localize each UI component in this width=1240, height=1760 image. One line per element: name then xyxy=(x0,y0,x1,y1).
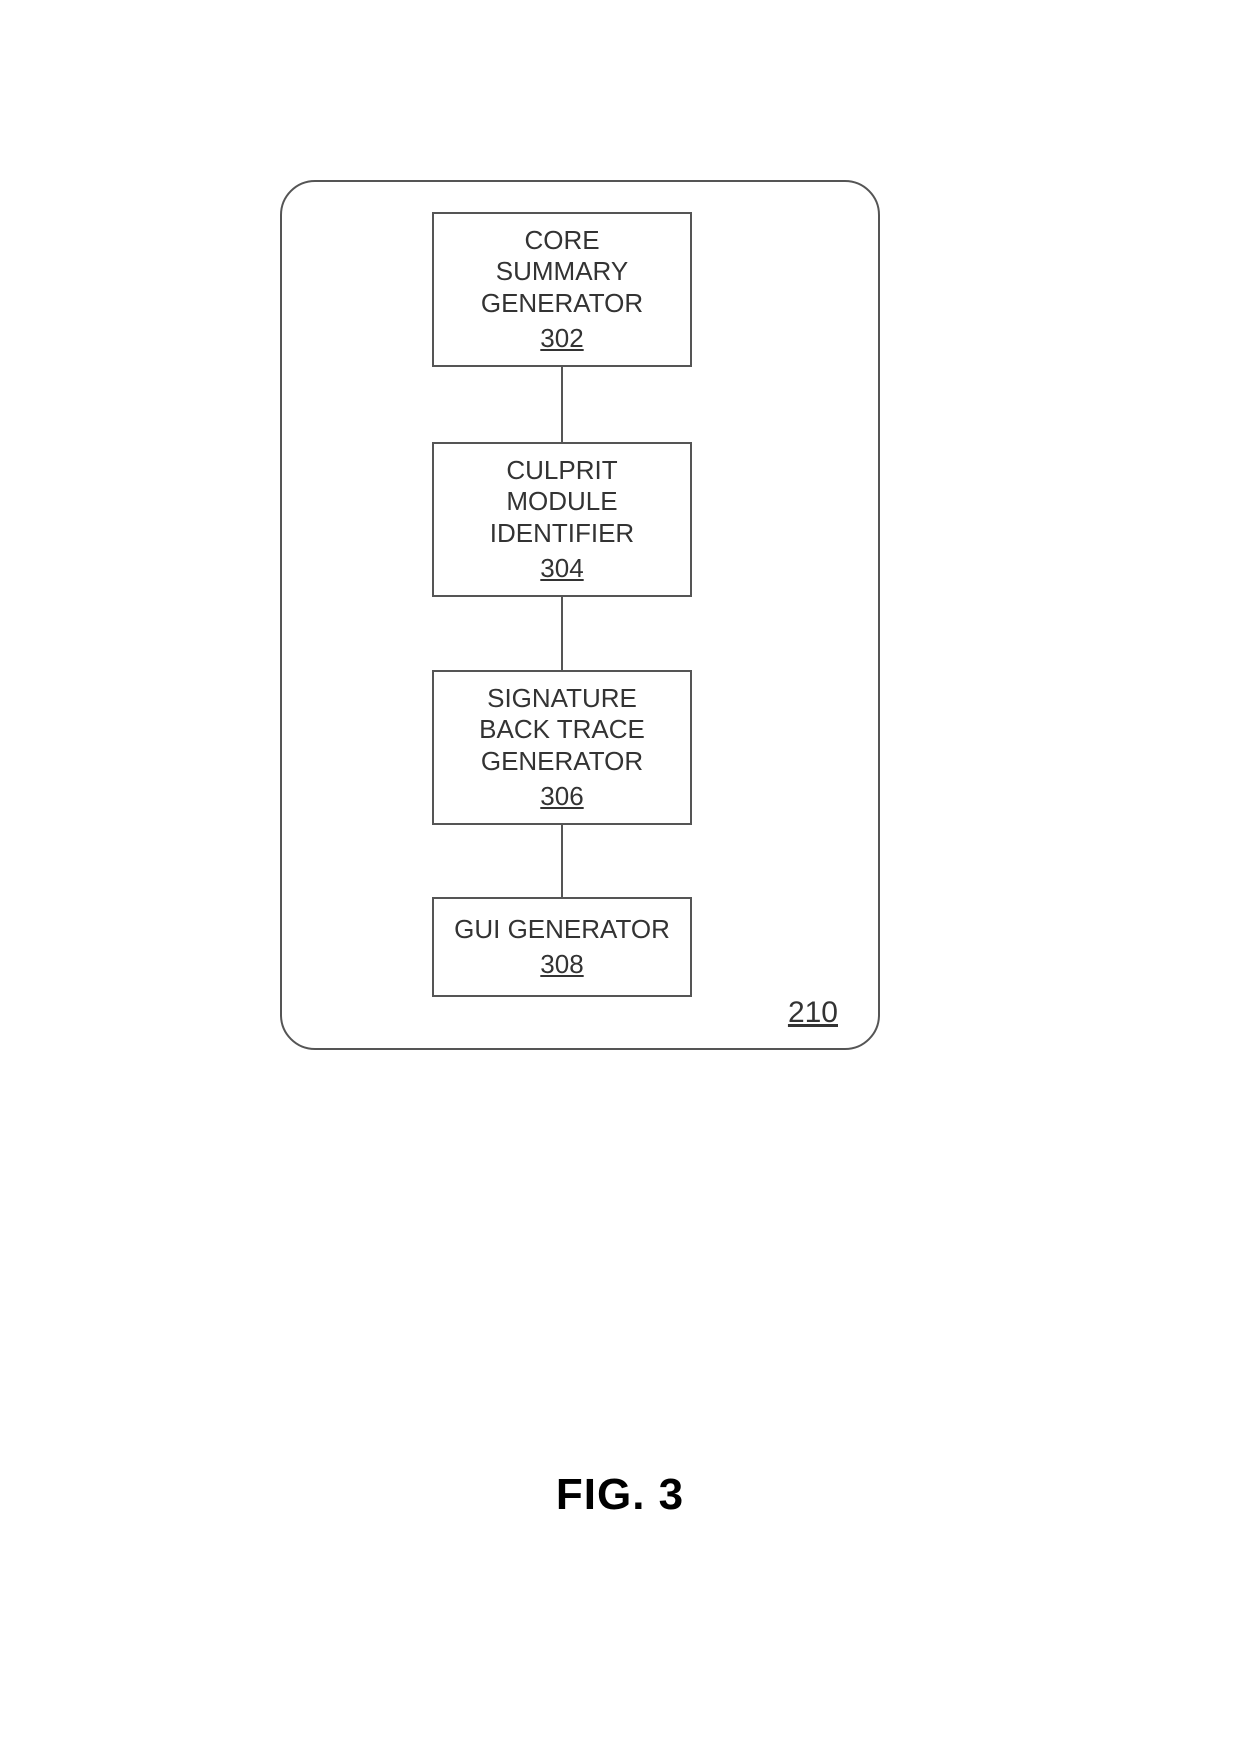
box-reference-number: 306 xyxy=(540,781,583,812)
box-label-line: GENERATOR xyxy=(481,288,643,319)
box-label-line: BACK TRACE xyxy=(479,714,645,745)
box-label-line: IDENTIFIER xyxy=(490,518,634,549)
culprit-module-identifier-box: CULPRIT MODULE IDENTIFIER 304 xyxy=(432,442,692,597)
box-label-line: MODULE xyxy=(506,486,617,517)
connector-line xyxy=(561,367,563,442)
box-label-line: CULPRIT xyxy=(506,455,617,486)
connector-line xyxy=(561,597,563,670)
gui-generator-box: GUI GENERATOR 308 xyxy=(432,897,692,997)
figure-label: FIG. 3 xyxy=(0,1470,1240,1520)
box-reference-number: 302 xyxy=(540,323,583,354)
signature-back-trace-generator-box: SIGNATURE BACK TRACE GENERATOR 306 xyxy=(432,670,692,825)
box-label-line: GENERATOR xyxy=(481,746,643,777)
box-label-line: GUI GENERATOR xyxy=(454,914,670,945)
box-label-line: SIGNATURE xyxy=(487,683,637,714)
box-label-line: SUMMARY xyxy=(496,256,628,287)
core-summary-generator-box: CORE SUMMARY GENERATOR 302 xyxy=(432,212,692,367)
box-reference-number: 304 xyxy=(540,553,583,584)
box-reference-number: 308 xyxy=(540,949,583,980)
container-reference-number: 210 xyxy=(788,996,838,1030)
module-container: CORE SUMMARY GENERATOR 302 CULPRIT MODUL… xyxy=(280,180,880,1050)
box-label-line: CORE xyxy=(524,225,599,256)
connector-line xyxy=(561,825,563,897)
